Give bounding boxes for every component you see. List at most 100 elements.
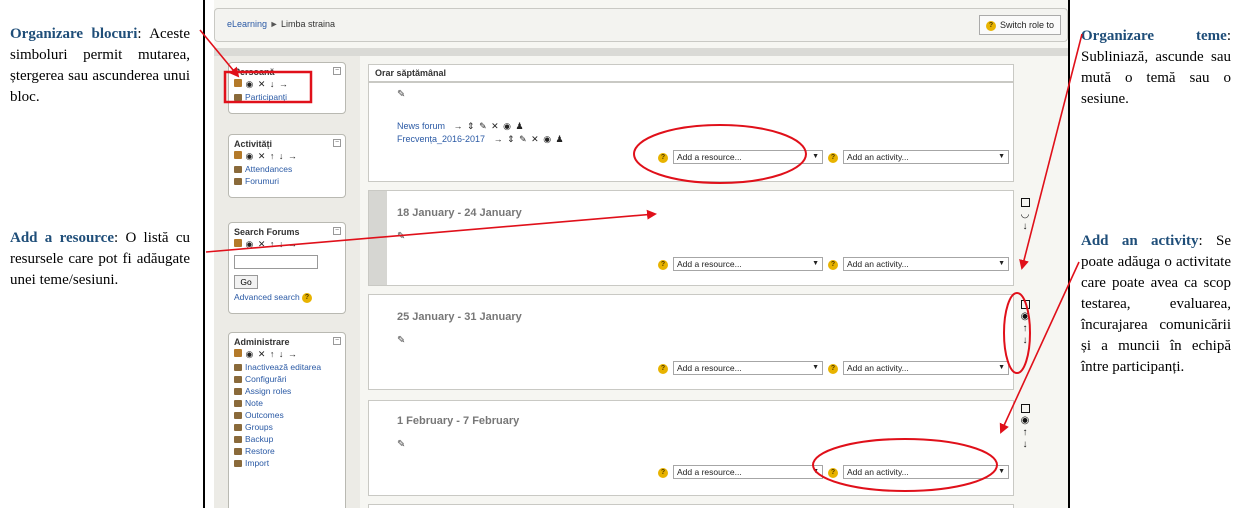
help-icon[interactable]: ? [658,364,668,374]
admin-item-grades[interactable]: Note [229,397,345,409]
admin-item-settings[interactable]: Configurări [229,373,345,385]
block-title: Search Forums [234,227,300,237]
switch-role-select[interactable]: ? Switch role to [978,15,1061,35]
block-controls[interactable]: ◉ ✕ ↑ ↓ → [229,349,345,361]
block-control-icons[interactable]: ◉ ✕ ↑ ↓ → [246,239,298,249]
block-control-icons[interactable]: ◉ ✕ ↑ ↓ → [246,349,298,359]
help-icon[interactable]: ? [985,20,996,31]
edit-summary-icon[interactable]: ✎ [397,89,405,100]
highlight-box-icon[interactable] [1020,404,1030,413]
block-organization-annotation: Organizare blocuri: Aceste simboluri per… [10,26,190,105]
block-item-forumuri[interactable]: Forumuri [229,175,345,187]
move-down-icon[interactable]: ↓ [1023,221,1028,232]
help-icon[interactable]: ? [658,260,668,270]
search-forums-block: Search Forums − ◉ ✕ ↑ ↓ → Go Advanced se… [228,222,346,314]
help-icon[interactable]: ? [658,468,668,478]
edit-summary-icon[interactable]: ✎ [397,335,405,346]
dropdown-arrow-icon: ▼ [812,468,819,475]
section-highlight [369,191,387,285]
administration-block: Administrare − ◉ ✕ ↑ ↓ → Inactivează edi… [228,332,346,508]
admin-item-outcomes[interactable]: Outcomes [229,409,345,421]
collapse-icon[interactable]: − [333,337,341,345]
add-resource-label: Add a resource... [677,467,742,477]
block-item-attendances[interactable]: Attendances [229,163,345,175]
add-resource-select[interactable]: Add a resource... ▼ [673,257,823,271]
admin-item-import[interactable]: Import [229,457,345,469]
breadcrumb: eLearning ► Limba straina [227,19,335,29]
roles-icon[interactable] [234,239,242,247]
add-resource-select[interactable]: Add a resource... ▼ [673,465,823,479]
highlight-box-icon[interactable] [1020,300,1030,309]
help-icon[interactable]: ? [828,153,838,163]
block-title: Administrare [234,337,290,347]
block-controls[interactable]: ◉ ✕ ↑ ↓ → [229,239,345,251]
add-activity-select[interactable]: Add an activity... ▼ [843,465,1009,479]
weekly-outline-header: Orar săptămânal [368,64,1014,82]
dropdown-arrow-icon: ▼ [998,260,1005,267]
dropdown-arrow-icon: ▼ [812,153,819,160]
block-controls[interactable]: ◉ ✕ ↓ → [229,79,345,91]
eye-icon[interactable]: ◡ [1021,209,1030,220]
divider-right [1068,0,1070,508]
go-button[interactable]: Go [234,275,258,289]
resource-label[interactable]: Frecvența_2016-2017 [397,134,485,144]
resource-controls[interactable]: → ⇕ ✎ ✕ ◉ ♟ [494,134,565,144]
add-activity-select[interactable]: Add an activity... ▼ [843,150,1009,164]
add-activity-label: Add an activity... [847,467,909,477]
breadcrumb-separator: ► [269,19,279,29]
highlight-box-icon[interactable] [1020,198,1030,207]
resource-news-forum[interactable]: News forum → ⇕ ✎ ✕ ◉ ♟ [397,121,525,132]
block-control-icons[interactable]: ◉ ✕ ↓ → [246,79,289,89]
roles-icon[interactable] [234,151,242,159]
help-icon[interactable]: ? [828,260,838,270]
admin-item-backup[interactable]: Backup [229,433,345,445]
add-resource-select[interactable]: Add a resource... ▼ [673,361,823,375]
block-item-participanti[interactable]: Participanți [229,91,345,103]
breadcrumb-root[interactable]: eLearning [227,19,267,29]
collapse-icon[interactable]: − [333,139,341,147]
add-activity-select[interactable]: Add an activity... ▼ [843,361,1009,375]
move-down-icon[interactable]: ↓ [1023,439,1028,450]
roles-icon[interactable] [234,79,242,87]
edit-summary-icon[interactable]: ✎ [397,231,405,242]
collapse-icon[interactable]: − [333,227,341,235]
help-icon[interactable]: ? [658,153,668,163]
eye-icon[interactable]: ◉ [1021,415,1030,426]
section-3-controls[interactable]: ◉ ↑ ↓ [1019,404,1031,451]
resource-controls[interactable]: → ⇕ ✎ ✕ ◉ ♟ [454,121,525,131]
annotation-text: Se poate adăuga o activitate care poate … [1081,233,1231,375]
move-up-icon[interactable]: ↑ [1023,427,1028,438]
section-week-2: 25 January - 31 January ✎ ? Add a resour… [368,294,1014,390]
section-1-controls[interactable]: ◡ ↓ [1019,198,1031,233]
help-icon[interactable]: ? [302,292,313,303]
annotation-title: Organizare teme [1081,28,1227,44]
move-down-icon[interactable]: ↓ [1023,335,1028,346]
help-icon[interactable]: ? [828,364,838,374]
advanced-search-label[interactable]: Advanced search [234,292,300,302]
add-activity-select[interactable]: Add an activity... ▼ [843,257,1009,271]
edit-summary-icon[interactable]: ✎ [397,439,405,450]
search-input[interactable] [234,255,318,269]
block-control-icons[interactable]: ◉ ✕ ↑ ↓ → [246,151,298,161]
block-title: Persoană [234,67,275,77]
advanced-search-link[interactable]: Advanced search ? [234,292,340,303]
resource-label[interactable]: News forum [397,121,445,131]
eye-icon[interactable]: ◉ [1021,311,1030,322]
add-resource-label: Add a resource... [677,152,742,162]
help-icon[interactable]: ? [828,468,838,478]
add-resource-select[interactable]: Add a resource... ▼ [673,150,823,164]
move-up-icon[interactable]: ↑ [1023,323,1028,334]
admin-item-assign-roles[interactable]: Assign roles [229,385,345,397]
admin-item-restore[interactable]: Restore [229,445,345,457]
admin-item-groups[interactable]: Groups [229,421,345,433]
collapse-icon[interactable]: − [333,67,341,75]
roles-icon[interactable] [234,349,242,357]
section-2-controls[interactable]: ◉ ↑ ↓ [1019,300,1031,347]
add-activity-label: Add an activity... [847,152,909,162]
admin-item-edit[interactable]: Inactivează editarea [229,361,345,373]
dropdown-arrow-icon: ▼ [998,468,1005,475]
add-resource-label: Add a resource... [677,363,742,373]
block-controls[interactable]: ◉ ✕ ↑ ↓ → [229,151,345,163]
resource-frecventa[interactable]: Frecvența_2016-2017 → ⇕ ✎ ✕ ◉ ♟ [397,134,565,145]
switch-role-label: Switch role to [999,20,1054,30]
